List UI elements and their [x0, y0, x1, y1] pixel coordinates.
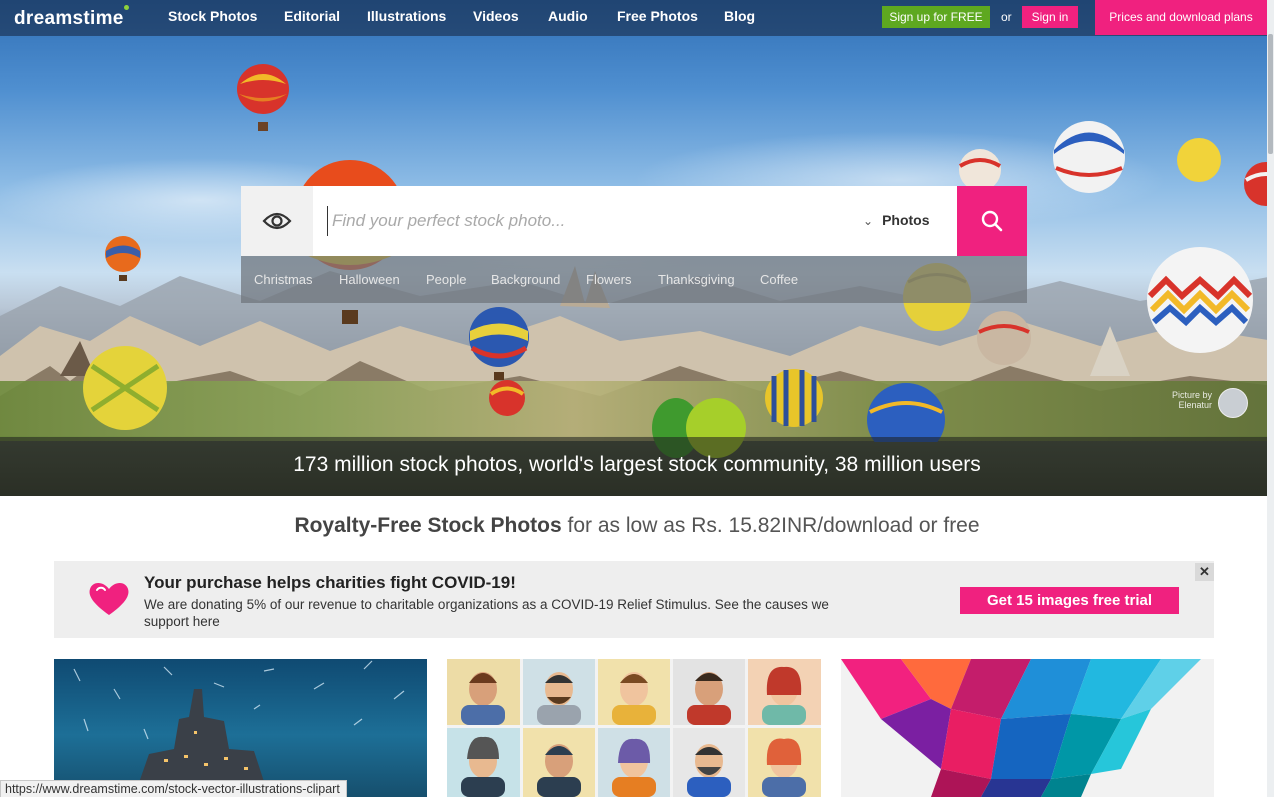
free-trial-button[interactable]: Get 15 images free trial	[960, 587, 1179, 614]
search-icon	[981, 210, 1003, 232]
nav-stock-photos[interactable]: Stock Photos	[168, 8, 257, 24]
balloon-image	[867, 383, 945, 442]
covid-title: Your purchase helps charities fight COVI…	[144, 573, 516, 592]
search-suggestions: Christmas Halloween People Background Fl…	[241, 256, 1027, 303]
thumbnail-image	[841, 659, 1201, 797]
eye-icon	[262, 212, 292, 230]
suggestion-background[interactable]: Background	[491, 272, 560, 287]
signin-button[interactable]: Sign in	[1022, 6, 1078, 28]
heart-icon	[89, 582, 129, 615]
balloon-image	[237, 64, 289, 131]
close-banner-button[interactable]: ✕	[1195, 563, 1214, 581]
nav-audio[interactable]: Audio	[548, 8, 588, 24]
balloon-image	[1053, 121, 1125, 193]
photo-credit-line1: Picture by	[1171, 390, 1212, 400]
balloon-image	[83, 346, 167, 430]
status-bar-url: https://www.dreamstime.com/stock-vector-…	[0, 780, 347, 797]
subhead-bold: Royalty-Free Stock Photos	[294, 514, 562, 537]
nav-videos[interactable]: Videos	[473, 8, 519, 24]
search-box: ⌄ Photos	[241, 186, 1027, 256]
balloon-image	[765, 369, 823, 427]
nav-free-photos[interactable]: Free Photos	[617, 8, 698, 24]
logo-dot	[123, 5, 129, 10]
thumbnail-avatars-grid[interactable]	[447, 659, 821, 797]
nav-illustrations[interactable]: Illustrations	[367, 8, 446, 24]
covid-banner: Your purchase helps charities fight COVI…	[54, 561, 1214, 638]
prices-plans-button[interactable]: Prices and download plans	[1095, 0, 1267, 35]
suggestion-christmas[interactable]: Christmas	[254, 272, 313, 287]
search-type-dropdown[interactable]: ⌄ Photos	[863, 212, 930, 228]
nav-blog[interactable]: Blog	[724, 8, 755, 24]
covid-text[interactable]: We are donating 5% of our revenue to cha…	[144, 596, 844, 630]
balloon-image	[105, 236, 141, 281]
top-navbar: dreamstime Stock Photos Editorial Illust…	[0, 0, 1274, 36]
suggestion-people[interactable]: People	[426, 272, 466, 287]
balloon-image	[469, 307, 529, 380]
balloon-image	[1147, 247, 1253, 353]
signup-button[interactable]: Sign up for FREE	[882, 6, 990, 28]
page-scrollbar[interactable]	[1267, 0, 1274, 797]
search-input[interactable]	[327, 206, 827, 236]
search-button[interactable]	[957, 186, 1027, 256]
photo-credit-author[interactable]: Elenatur	[1178, 400, 1212, 410]
visual-search-button[interactable]	[241, 186, 313, 256]
balloon-image	[1177, 138, 1221, 182]
suggestion-thanksgiving[interactable]: Thanksgiving	[658, 272, 735, 287]
hero-fields	[0, 381, 1274, 441]
balloon-image	[489, 380, 525, 416]
dreamstime-logo[interactable]: dreamstime	[14, 5, 129, 30]
chevron-down-icon: ⌄	[863, 214, 874, 228]
suggestion-halloween[interactable]: Halloween	[339, 272, 400, 287]
search-type-value: Photos	[882, 212, 930, 228]
pricing-subheading: Royalty-Free Stock Photos for as low as …	[0, 514, 1274, 538]
tagline-bar: 173 million stock photos, world's larges…	[0, 437, 1274, 496]
subhead-rest: for as low as Rs. 15.82INR/download or f…	[561, 514, 980, 537]
scrollbar-thumb[interactable]	[1268, 34, 1273, 154]
balloon-image	[977, 311, 1031, 365]
thumbnail-ship-startrails[interactable]	[54, 659, 427, 797]
suggestion-coffee[interactable]: Coffee	[760, 272, 798, 287]
nav-editorial[interactable]: Editorial	[284, 8, 340, 24]
thumbnail-polygon-art[interactable]	[841, 659, 1214, 797]
suggestion-flowers[interactable]: Flowers	[586, 272, 632, 287]
photo-credit[interactable]: Picture by Elenatur	[1160, 388, 1250, 418]
thumbnail-image	[447, 659, 821, 797]
thumbnail-image	[73, 660, 405, 797]
logo-text: dreamstime	[14, 8, 124, 29]
balloon-image	[958, 149, 1002, 188]
hero-tagline: 173 million stock photos, world's larges…	[293, 453, 981, 476]
or-text: or	[1001, 10, 1012, 24]
author-avatar[interactable]	[1218, 388, 1248, 418]
